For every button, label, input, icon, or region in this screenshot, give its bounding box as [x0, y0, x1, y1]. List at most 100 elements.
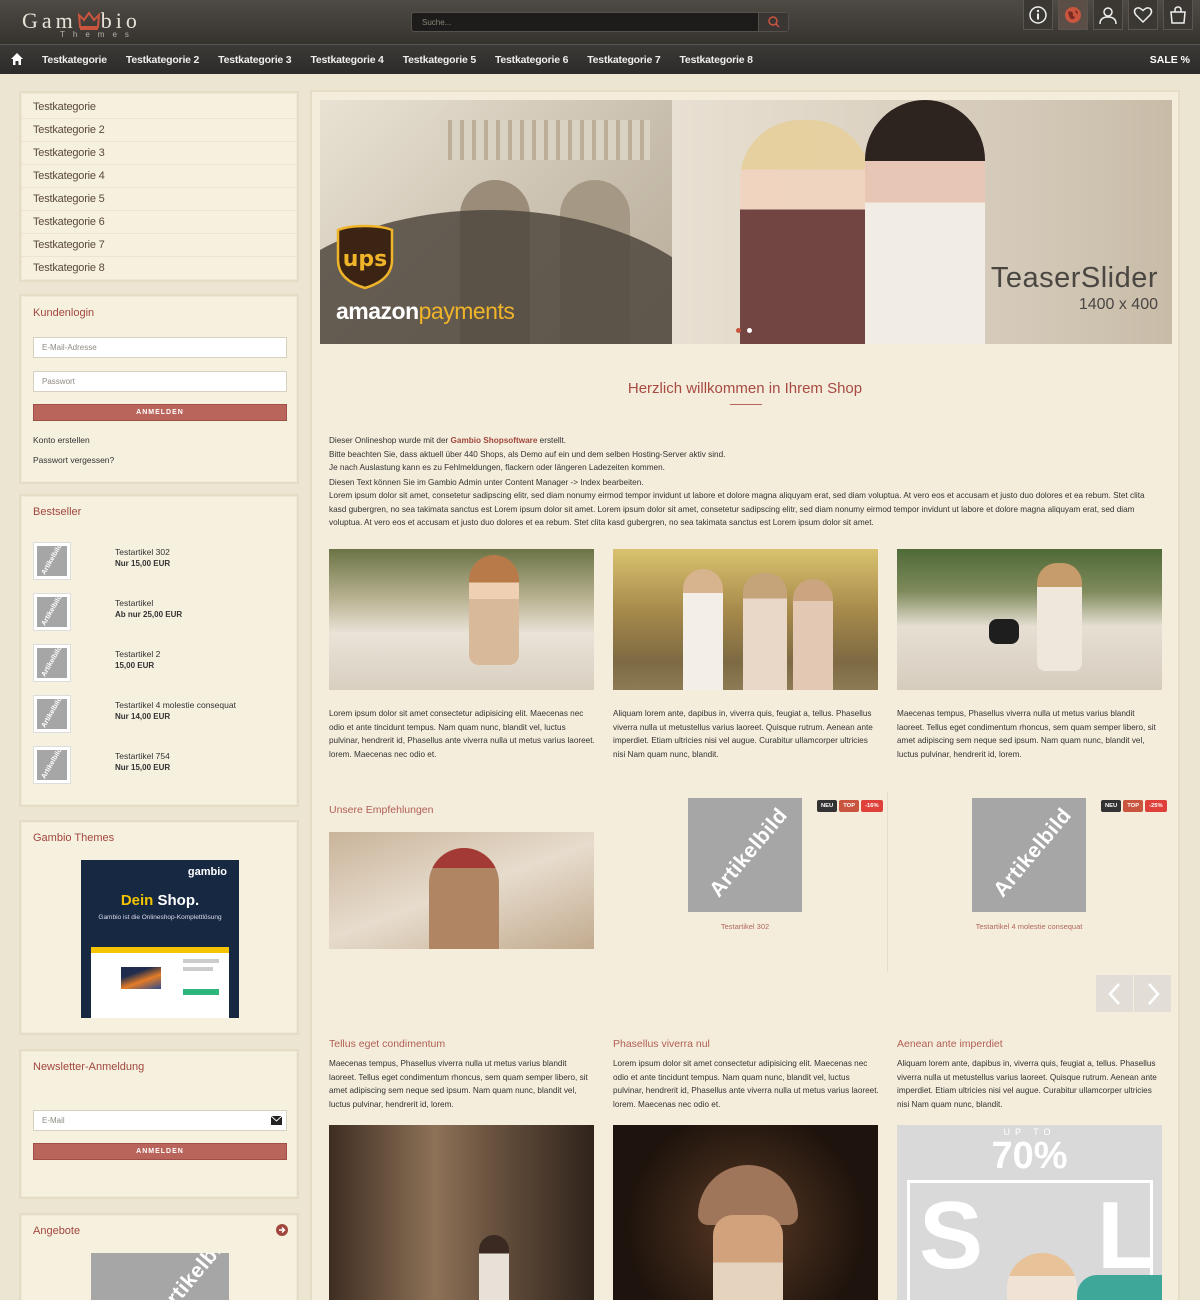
product-thumbnail: Artikelbild — [33, 593, 71, 631]
ad-screenshot — [91, 947, 229, 1018]
offer-product-image[interactable]: Artikelbild — [91, 1253, 229, 1300]
newsletter-subscribe-button[interactable]: ANMELDEN — [33, 1143, 287, 1160]
product-name: Testartikel — [115, 598, 154, 608]
nav-item-7[interactable]: Testkategorie 7 — [587, 45, 660, 75]
sale-letter-s: S — [919, 1182, 984, 1289]
nav-item-8[interactable]: Testkategorie 8 — [680, 45, 753, 75]
carousel-next-button[interactable] — [1134, 975, 1171, 1012]
nav-item-1[interactable]: Testkategorie — [42, 45, 107, 75]
login-password-input[interactable] — [33, 371, 287, 392]
newsletter-email-input[interactable] — [33, 1110, 287, 1131]
forgot-password-link[interactable]: Passwort vergessen? — [33, 455, 114, 465]
product-name: Testartikel 302 — [115, 547, 170, 557]
bestseller-box: Bestseller Artikelbild Testartikel 302 N… — [19, 494, 299, 807]
badge-discount: -25% — [1145, 800, 1167, 812]
product-image-1[interactable]: Artikelbild — [688, 798, 802, 912]
photo-woman-fur-hat — [613, 1125, 878, 1300]
user-icon — [1099, 6, 1117, 24]
product-name: Testartikel 2 — [115, 649, 161, 659]
cart-button[interactable] — [1163, 0, 1193, 30]
login-box: Kundenlogin ANMELDEN Konto erstellen Pas… — [19, 294, 299, 484]
product-thumbnail: Artikelbild — [33, 695, 71, 733]
search-icon — [768, 16, 780, 28]
main-navigation: Testkategorie Testkategorie 2 Testkatego… — [0, 44, 1200, 74]
chevron-left-icon — [1107, 982, 1120, 1005]
login-button[interactable]: ANMELDEN — [33, 404, 287, 421]
arrow-circle-right-icon[interactable] — [276, 1224, 288, 1236]
welcome-heading: Herzlich willkommen in Ihrem Shop — [627, 380, 863, 397]
bestseller-title: Bestseller — [33, 506, 82, 518]
column-title-1: Tellus eget condimentum — [329, 1038, 446, 1050]
bestseller-item[interactable]: Artikelbild Testartikel 754 Nur 15,00 EU… — [33, 746, 289, 786]
recommendations-title: Unsere Empfehlungen — [329, 804, 434, 816]
column-title-2: Phasellus viverra nul — [613, 1038, 710, 1050]
photo-cave — [329, 1125, 594, 1300]
sidebar-category-4[interactable]: Testkategorie 4 — [21, 165, 297, 188]
nav-item-6[interactable]: Testkategorie 6 — [495, 45, 568, 75]
shoe-image — [121, 967, 161, 989]
slider-dot-1[interactable] — [736, 328, 741, 333]
product-name: Testartikel 754 — [115, 751, 170, 761]
badge-new: NEU — [817, 800, 838, 812]
nav-item-5[interactable]: Testkategorie 5 — [403, 45, 476, 75]
sidebar-category-1[interactable]: Testkategorie — [21, 96, 297, 119]
home-icon[interactable] — [10, 52, 24, 66]
product-badges-2: NEU TOP -25% — [1101, 800, 1169, 812]
nav-item-4[interactable]: Testkategorie 4 — [310, 45, 383, 75]
badge-new: NEU — [1101, 800, 1122, 812]
gambio-ad-banner[interactable]: gambio Dein Shop. Gambio ist die Onlines… — [81, 860, 239, 1018]
account-button[interactable] — [1093, 0, 1123, 30]
product-price: Ab nur 25,00 EUR — [115, 610, 183, 619]
column-text-2: Lorem ipsum dolor sit amet consectetur a… — [613, 1059, 879, 1109]
slider-dot-2[interactable] — [747, 328, 752, 333]
photo-text-3: Maecenas tempus, Phasellus viverra nulla… — [897, 709, 1156, 759]
sale-percent: 70% — [991, 1135, 1068, 1177]
sidebar-category-2[interactable]: Testkategorie 2 — [21, 119, 297, 142]
nav-sale[interactable]: SALE % — [1150, 45, 1190, 75]
sidebar-category-5[interactable]: Testkategorie 5 — [21, 188, 297, 211]
logo-subtitle: Themes — [60, 30, 137, 39]
photo-text-2: Aliquam lorem ante, dapibus in, viverra … — [613, 709, 873, 759]
photo-three-women — [613, 549, 878, 690]
language-button[interactable] — [1058, 0, 1088, 30]
photo-woman-with-hat — [897, 549, 1162, 690]
search-button[interactable] — [758, 13, 788, 31]
ad-brand: gambio — [187, 866, 227, 878]
intro-text: Dieser Onlineshop wurde mit der Gambio S… — [329, 436, 1145, 527]
bestseller-item[interactable]: Artikelbild Testartikel 4 molestie conse… — [33, 695, 289, 735]
globe-icon — [1065, 6, 1081, 23]
sidebar-category-6[interactable]: Testkategorie 6 — [21, 211, 297, 234]
product-name-2[interactable]: Testartikel 4 molestie consequat — [929, 922, 1129, 931]
sidebar-category-8[interactable]: Testkategorie 8 — [21, 257, 297, 280]
main-content: ups amazonpayments TeaserSlider 1400 x 4… — [310, 90, 1180, 1300]
wishlist-button[interactable] — [1128, 0, 1158, 30]
product-name: Testartikel 4 molestie consequat — [115, 700, 236, 710]
bestseller-item[interactable]: Artikelbild Testartikel Ab nur 25,00 EUR — [33, 593, 289, 633]
header-icons — [1023, 0, 1198, 32]
nav-item-3[interactable]: Testkategorie 3 — [218, 45, 291, 75]
chevron-right-icon — [1147, 982, 1160, 1005]
product-price: Nur 14,00 EUR — [115, 712, 171, 721]
product-name-1[interactable]: Testartikel 302 — [645, 922, 845, 931]
bestseller-item[interactable]: Artikelbild Testartikel 302 Nur 15,00 EU… — [33, 542, 289, 582]
column-text-1: Maecenas tempus, Phasellus viverra nulla… — [329, 1059, 588, 1109]
search-input[interactable] — [412, 13, 757, 31]
gambio-shopsoftware-link[interactable]: Gambio Shopsoftware — [451, 436, 538, 445]
sidebar-category-7[interactable]: Testkategorie 7 — [21, 234, 297, 257]
sale-banner[interactable]: UP TO 70% S L — [897, 1125, 1162, 1300]
create-account-link[interactable]: Konto erstellen — [33, 435, 90, 445]
login-email-input[interactable] — [33, 337, 287, 358]
category-box: Testkategorie Testkategorie 2 Testkatego… — [19, 91, 299, 282]
product-thumbnail: Artikelbild — [33, 542, 71, 580]
teaser-title: TeaserSlider — [990, 262, 1158, 294]
teaser-size: 1400 x 400 — [1078, 296, 1158, 313]
info-button[interactable] — [1023, 0, 1053, 30]
bestseller-item[interactable]: Artikelbild Testartikel 2 15,00 EUR — [33, 644, 289, 684]
product-image-2[interactable]: Artikelbild — [972, 798, 1086, 912]
teaser-slider[interactable]: ups amazonpayments TeaserSlider 1400 x 4… — [320, 100, 1172, 344]
nav-item-2[interactable]: Testkategorie 2 — [126, 45, 199, 75]
carousel-prev-button[interactable] — [1096, 975, 1133, 1012]
product-thumbnail: Artikelbild — [33, 746, 71, 784]
product-badges-1: NEU TOP -16% — [817, 800, 885, 812]
sidebar-category-3[interactable]: Testkategorie 3 — [21, 142, 297, 165]
